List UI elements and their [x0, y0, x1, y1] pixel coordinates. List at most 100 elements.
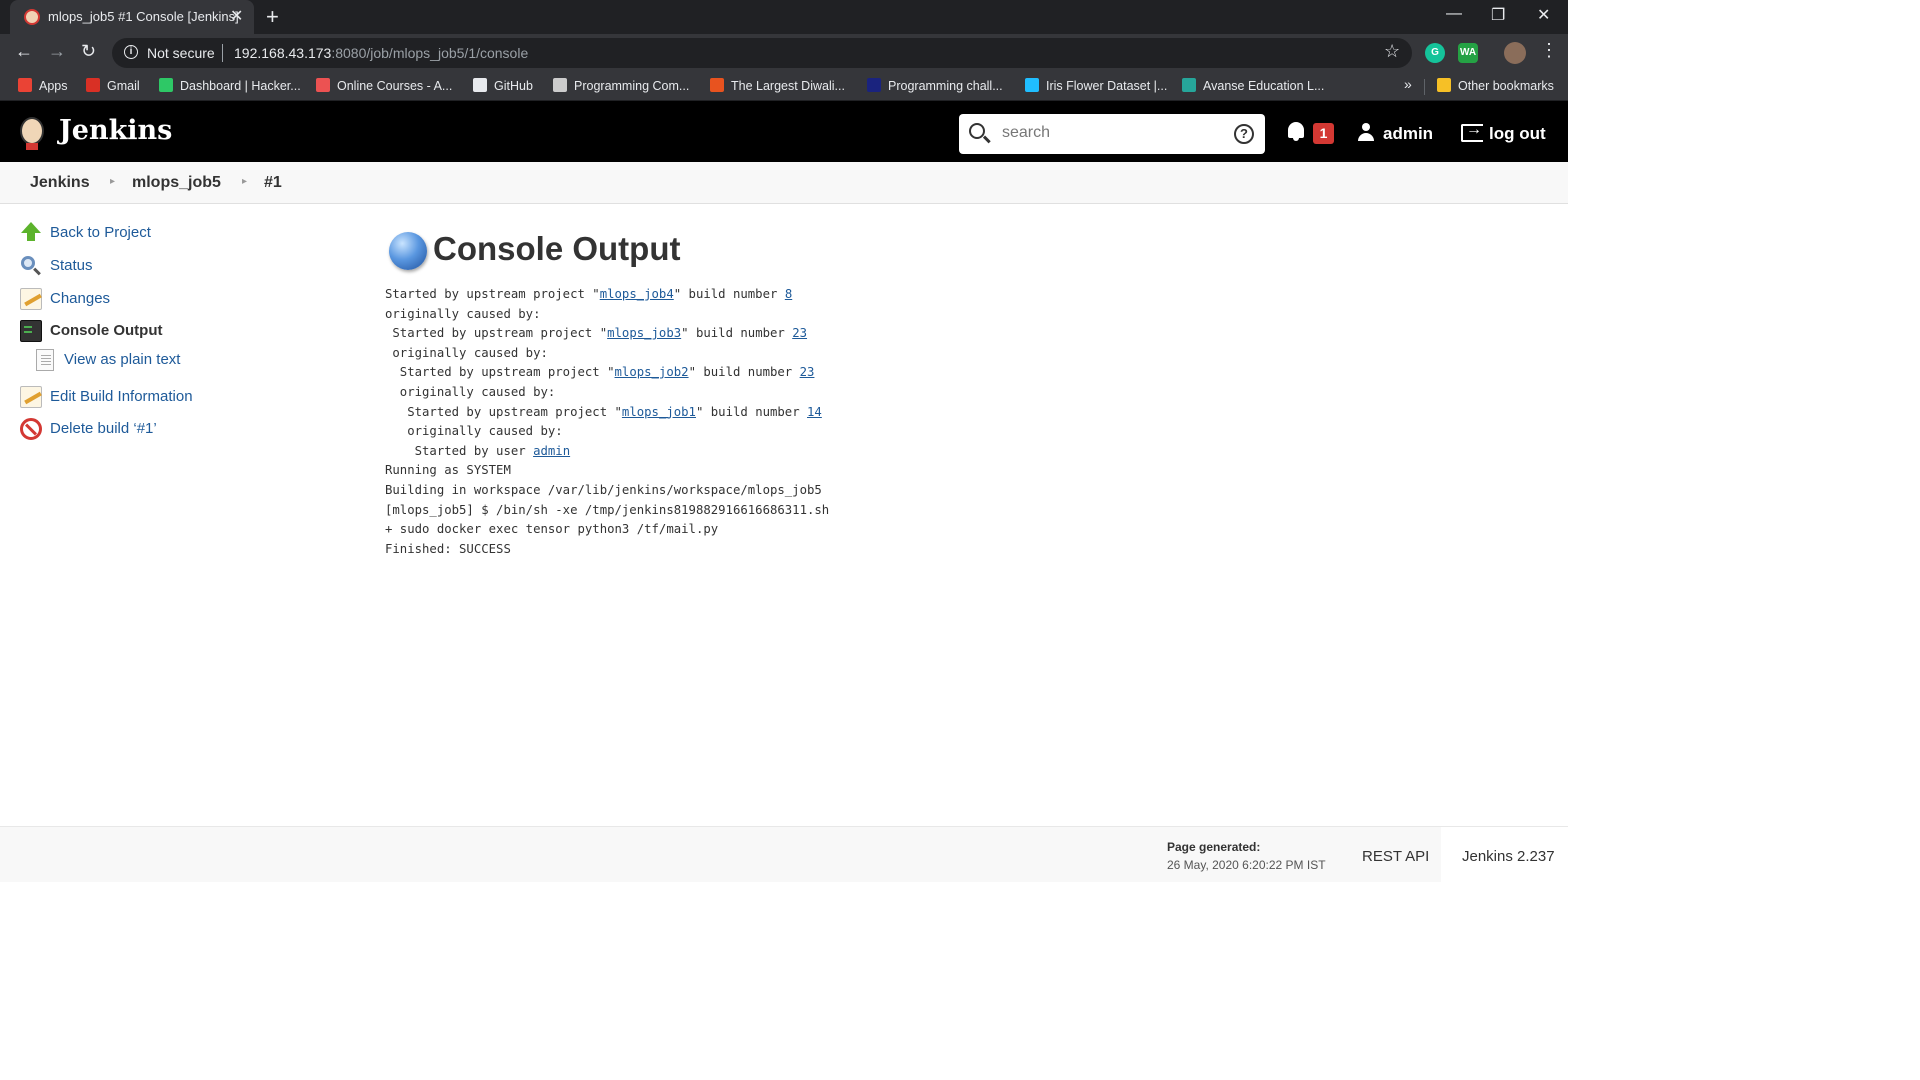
console-text: Running as SYSTEM: [385, 463, 511, 478]
bookmark-label: Avanse Education L...: [1203, 79, 1325, 93]
project-link[interactable]: admin: [533, 444, 570, 458]
minimize-icon[interactable]: —: [1446, 5, 1462, 23]
console-text: Started by upstream project ": [385, 404, 622, 419]
project-link[interactable]: mlops_job2: [615, 365, 689, 379]
project-link[interactable]: mlops_job3: [607, 326, 681, 340]
sidebar-item-label: Back to Project: [50, 224, 151, 241]
logout-icon[interactable]: [1461, 121, 1483, 142]
bookmark-codechef[interactable]: Programming Com...: [553, 78, 689, 93]
console-text: Building in workspace /var/lib/jenkins/w…: [385, 482, 822, 497]
logout-link[interactable]: log out: [1489, 124, 1546, 144]
window-close-icon[interactable]: ✕: [1537, 5, 1550, 25]
tab-close-icon[interactable]: ✕: [230, 6, 243, 26]
build-number-link[interactable]: 23: [792, 326, 807, 340]
breadcrumb-build[interactable]: #1: [264, 174, 282, 192]
jenkins-logo-icon[interactable]: [17, 113, 47, 151]
jenkins-favicon-icon: [24, 9, 40, 25]
bookmark-star-icon[interactable]: ☆: [1384, 41, 1400, 62]
url-path: :8080/job/mlops_job5/1/console: [331, 45, 529, 61]
avanse-icon: [1182, 78, 1196, 92]
console-line: [mlops_job5] $ /bin/sh -xe /tmp/jenkins8…: [385, 501, 829, 521]
whatsapp-ext-icon[interactable]: WA: [1458, 43, 1478, 63]
breadcrumb-job[interactable]: mlops_job5: [132, 174, 221, 192]
magnifier-handle: [33, 267, 41, 276]
user-icon[interactable]: [1357, 123, 1375, 141]
project-link[interactable]: mlops_job4: [600, 287, 674, 301]
security-label[interactable]: Not secure: [147, 45, 215, 61]
help-icon[interactable]: ?: [1234, 124, 1254, 144]
new-tab-icon[interactable]: +: [266, 4, 279, 30]
bell-icon[interactable]: [1288, 122, 1304, 141]
bookmark-label: GitHub: [494, 79, 533, 93]
console-text: originally caused by:: [385, 306, 541, 321]
bookmark-gmail[interactable]: Gmail: [86, 78, 140, 93]
back-icon[interactable]: ←: [15, 41, 33, 62]
console-text: " build number: [688, 365, 800, 380]
jenkins-version-link[interactable]: Jenkins 2.237: [1462, 848, 1555, 865]
user-icon-body: [1358, 133, 1374, 141]
console-text: originally caused by:: [385, 424, 563, 439]
jenkins-brand[interactable]: Jenkins: [59, 115, 172, 146]
info-icon[interactable]: i: [124, 45, 138, 59]
breadcrumb-chevron-icon[interactable]: ▸: [110, 176, 115, 187]
browser-tab-active[interactable]: mlops_job5 #1 Console [Jenkins] ✕: [10, 0, 254, 34]
jenkins-butler-bowtie: [26, 143, 38, 150]
breadcrumb-chevron-icon[interactable]: ▸: [242, 176, 247, 187]
more-bookmarks-icon[interactable]: »: [1404, 76, 1412, 92]
bookmark-iris-dataset[interactable]: Iris Flower Dataset |...: [1025, 78, 1167, 93]
bookmark-diwali[interactable]: The Largest Diwali...: [710, 78, 845, 93]
address-bar[interactable]: i Not secure 192.168.43.173:8080/job/mlo…: [112, 38, 1412, 68]
build-number-link[interactable]: 14: [807, 405, 822, 419]
breadcrumb-jenkins[interactable]: Jenkins: [30, 174, 90, 192]
restore-icon[interactable]: ❐: [1491, 5, 1505, 25]
bookmark-label: Iris Flower Dataset |...: [1046, 79, 1168, 93]
magnifier-icon: [20, 255, 42, 277]
other-bookmarks[interactable]: Other bookmarks: [1437, 78, 1554, 93]
user-link[interactable]: admin: [1383, 124, 1433, 144]
project-link[interactable]: mlops_job1: [622, 405, 696, 419]
console-line: + sudo docker exec tensor python3 /tf/ma…: [385, 520, 829, 540]
console-line: originally caused by:: [385, 422, 829, 442]
console-output: Started by upstream project "mlops_job4"…: [385, 285, 829, 559]
browser-menu-icon[interactable]: ⋮: [1540, 40, 1558, 61]
console-line: originally caused by:: [385, 383, 829, 403]
url-text[interactable]: 192.168.43.173:8080/job/mlops_job5/1/con…: [234, 45, 528, 61]
console-text: " build number: [695, 404, 808, 419]
bookmark-apps[interactable]: Apps: [18, 78, 68, 93]
bookmark-programming-challenges[interactable]: Programming chall...: [867, 78, 1003, 93]
jenkins-header: Jenkins ? 1 admin log out: [0, 101, 1568, 162]
profile-avatar[interactable]: [1504, 42, 1526, 64]
build-number-link[interactable]: 23: [800, 365, 815, 379]
search-box: ?: [959, 114, 1265, 154]
terminal-prompt: [24, 326, 32, 328]
arrow-stem: [27, 232, 35, 241]
udemy-icon: [316, 78, 330, 92]
bookmark-github[interactable]: GitHub: [473, 78, 533, 93]
forward-icon[interactable]: →: [48, 41, 66, 62]
console-text: [mlops_job5] $ /bin/sh -xe /tmp/jenkins8…: [385, 502, 830, 517]
console-text: Finished: SUCCESS: [385, 541, 511, 556]
console-text: " build number: [673, 287, 785, 301]
page-title: Console Output: [433, 230, 681, 267]
programming-site-icon: [867, 78, 881, 92]
tab-title: mlops_job5 #1 Console [Jenkins]: [48, 9, 239, 24]
jenkins-butler-face: [20, 117, 44, 145]
bookmarks-bar: Apps Gmail Dashboard | Hacker... Online …: [0, 72, 1568, 101]
grammarly-icon[interactable]: G: [1425, 43, 1445, 63]
notepad-icon: [20, 288, 42, 310]
notification-badge[interactable]: 1: [1313, 123, 1334, 144]
rest-api-link[interactable]: REST API: [1362, 848, 1429, 865]
bookmark-avanse[interactable]: Avanse Education L...: [1182, 78, 1324, 93]
sidebar-item-label: Edit Build Information: [50, 388, 193, 405]
search-input[interactable]: [1002, 124, 1222, 142]
browser-toolbar: ← → ↻ i Not secure 192.168.43.173:8080/j…: [0, 34, 1568, 72]
pencil-shape: [24, 391, 42, 405]
build-number-link[interactable]: 8: [785, 287, 792, 301]
bookmark-udemy[interactable]: Online Courses - A...: [316, 78, 452, 93]
page-generated-date: 26 May, 2020 6:20:22 PM IST: [1167, 858, 1326, 872]
reload-icon[interactable]: ↻: [81, 41, 96, 62]
console-line: Started by upstream project "mlops_job2"…: [385, 363, 829, 383]
bookmark-hackerrank[interactable]: Dashboard | Hacker...: [159, 78, 301, 93]
apps-grid-icon: [18, 78, 32, 92]
search-icon: [969, 123, 985, 139]
